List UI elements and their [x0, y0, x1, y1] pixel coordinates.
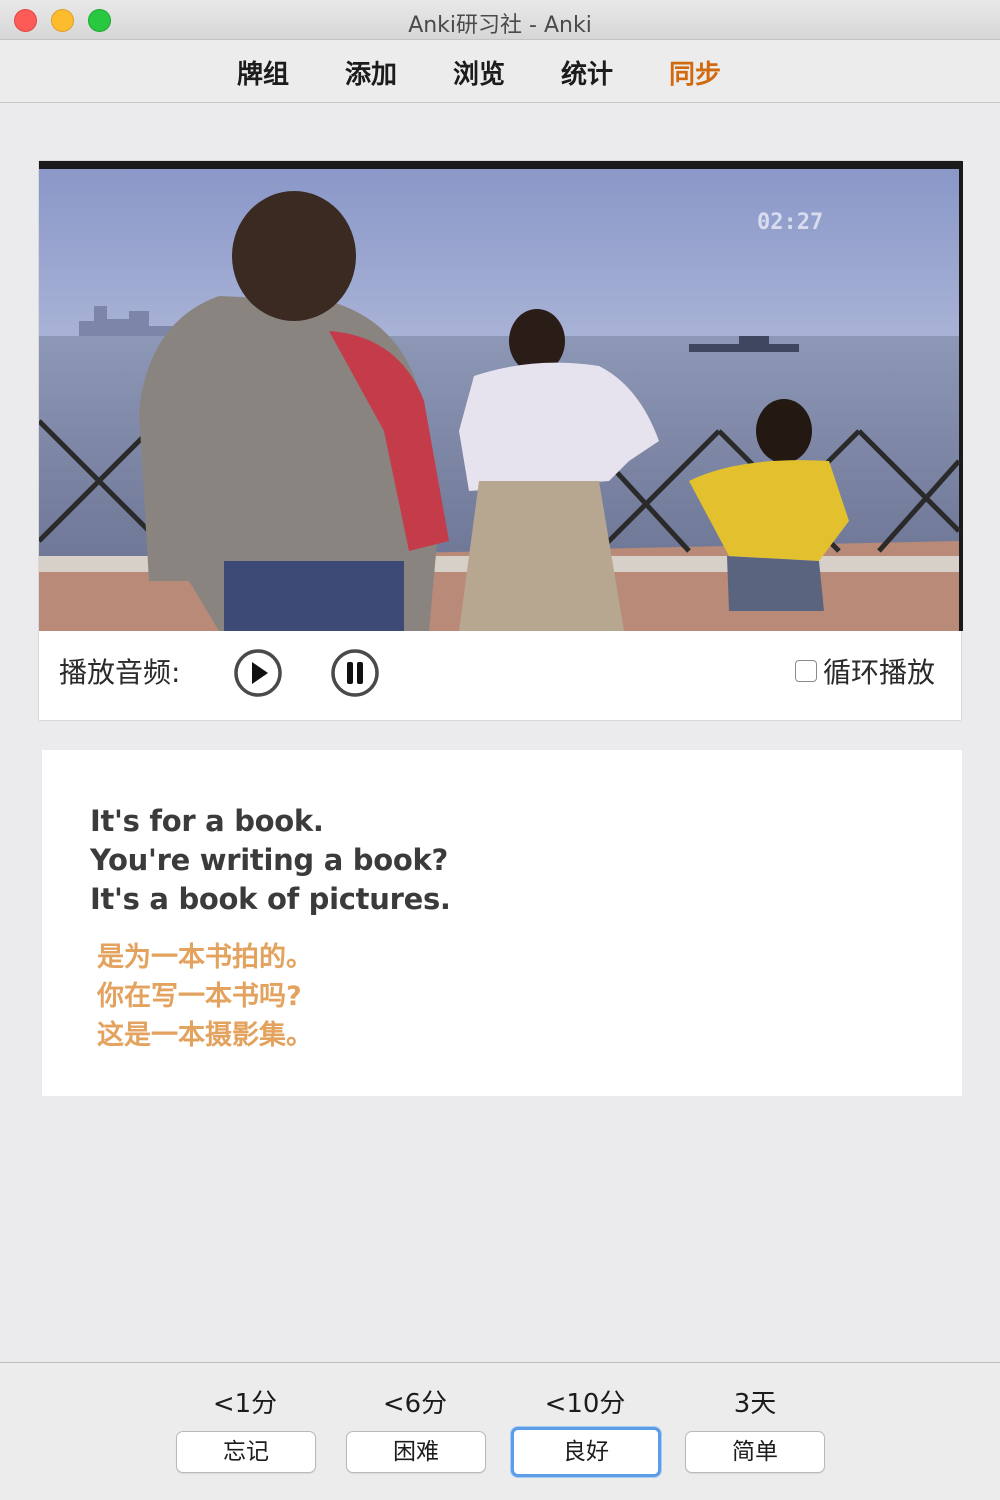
answer-bar: <1分 <6分 <10分 3天 忘记 困难 良好 简单	[0, 1362, 1000, 1500]
window-title: Anki研习社 - Anki	[408, 13, 592, 38]
video-frame[interactable]: 02:27	[39, 161, 963, 631]
toolbar-stats[interactable]: 统计	[561, 54, 613, 91]
again-button[interactable]: 忘记	[176, 1431, 316, 1473]
chinese-line: 是为一本书拍的。	[97, 942, 313, 973]
chinese-line: 这是一本摄影集。	[97, 1020, 313, 1051]
pause-circle-icon	[331, 649, 379, 697]
interval-again: <1分	[212, 1389, 278, 1419]
chinese-line: 你在写一本书吗?	[97, 981, 302, 1012]
interval-good: <10分	[544, 1389, 626, 1419]
loop-toggle[interactable]: 循环播放	[795, 653, 935, 689]
chinese-translation: 是为一本书拍的。 你在写一本书吗? 这是一本摄影集。	[97, 938, 313, 1055]
review-area: 02:27 播放音频: 循环播放 It's for a book. You're…	[0, 104, 1000, 1362]
play-circle-icon	[234, 649, 282, 697]
loop-checkbox[interactable]	[795, 660, 817, 682]
video-still-image: 02:27	[39, 161, 963, 631]
toolbar-sync[interactable]: 同步	[669, 54, 721, 91]
audio-label: 播放音频:	[59, 656, 181, 689]
english-line: It's for a book.	[90, 804, 324, 838]
interval-hard: <6分	[382, 1389, 448, 1419]
toolbar-browse[interactable]: 浏览	[453, 54, 505, 91]
card-content: It's for a book. You're writing a book? …	[42, 750, 962, 1096]
english-line: It's a book of pictures.	[90, 882, 451, 916]
hard-button[interactable]: 困难	[346, 1431, 486, 1473]
title-bar: Anki研习社 - Anki	[0, 0, 1000, 40]
easy-button[interactable]: 简单	[685, 1431, 825, 1473]
good-button[interactable]: 良好	[511, 1427, 661, 1477]
english-line: You're writing a book?	[90, 843, 448, 877]
interval-easy: 3天	[733, 1389, 777, 1419]
pause-button[interactable]	[330, 648, 380, 698]
main-toolbar: 牌组 添加 浏览 统计 同步	[0, 41, 1000, 103]
loop-label: 循环播放	[823, 656, 936, 689]
video-timestamp: 02:27	[757, 210, 823, 235]
toolbar-decks[interactable]: 牌组	[237, 54, 289, 91]
play-button[interactable]	[233, 648, 283, 698]
audio-controls: 播放音频: 循环播放	[39, 631, 963, 722]
english-text: It's for a book. You're writing a book? …	[90, 802, 451, 919]
toolbar-add[interactable]: 添加	[345, 54, 397, 91]
video-player-card: 02:27 播放音频: 循环播放	[38, 160, 963, 722]
